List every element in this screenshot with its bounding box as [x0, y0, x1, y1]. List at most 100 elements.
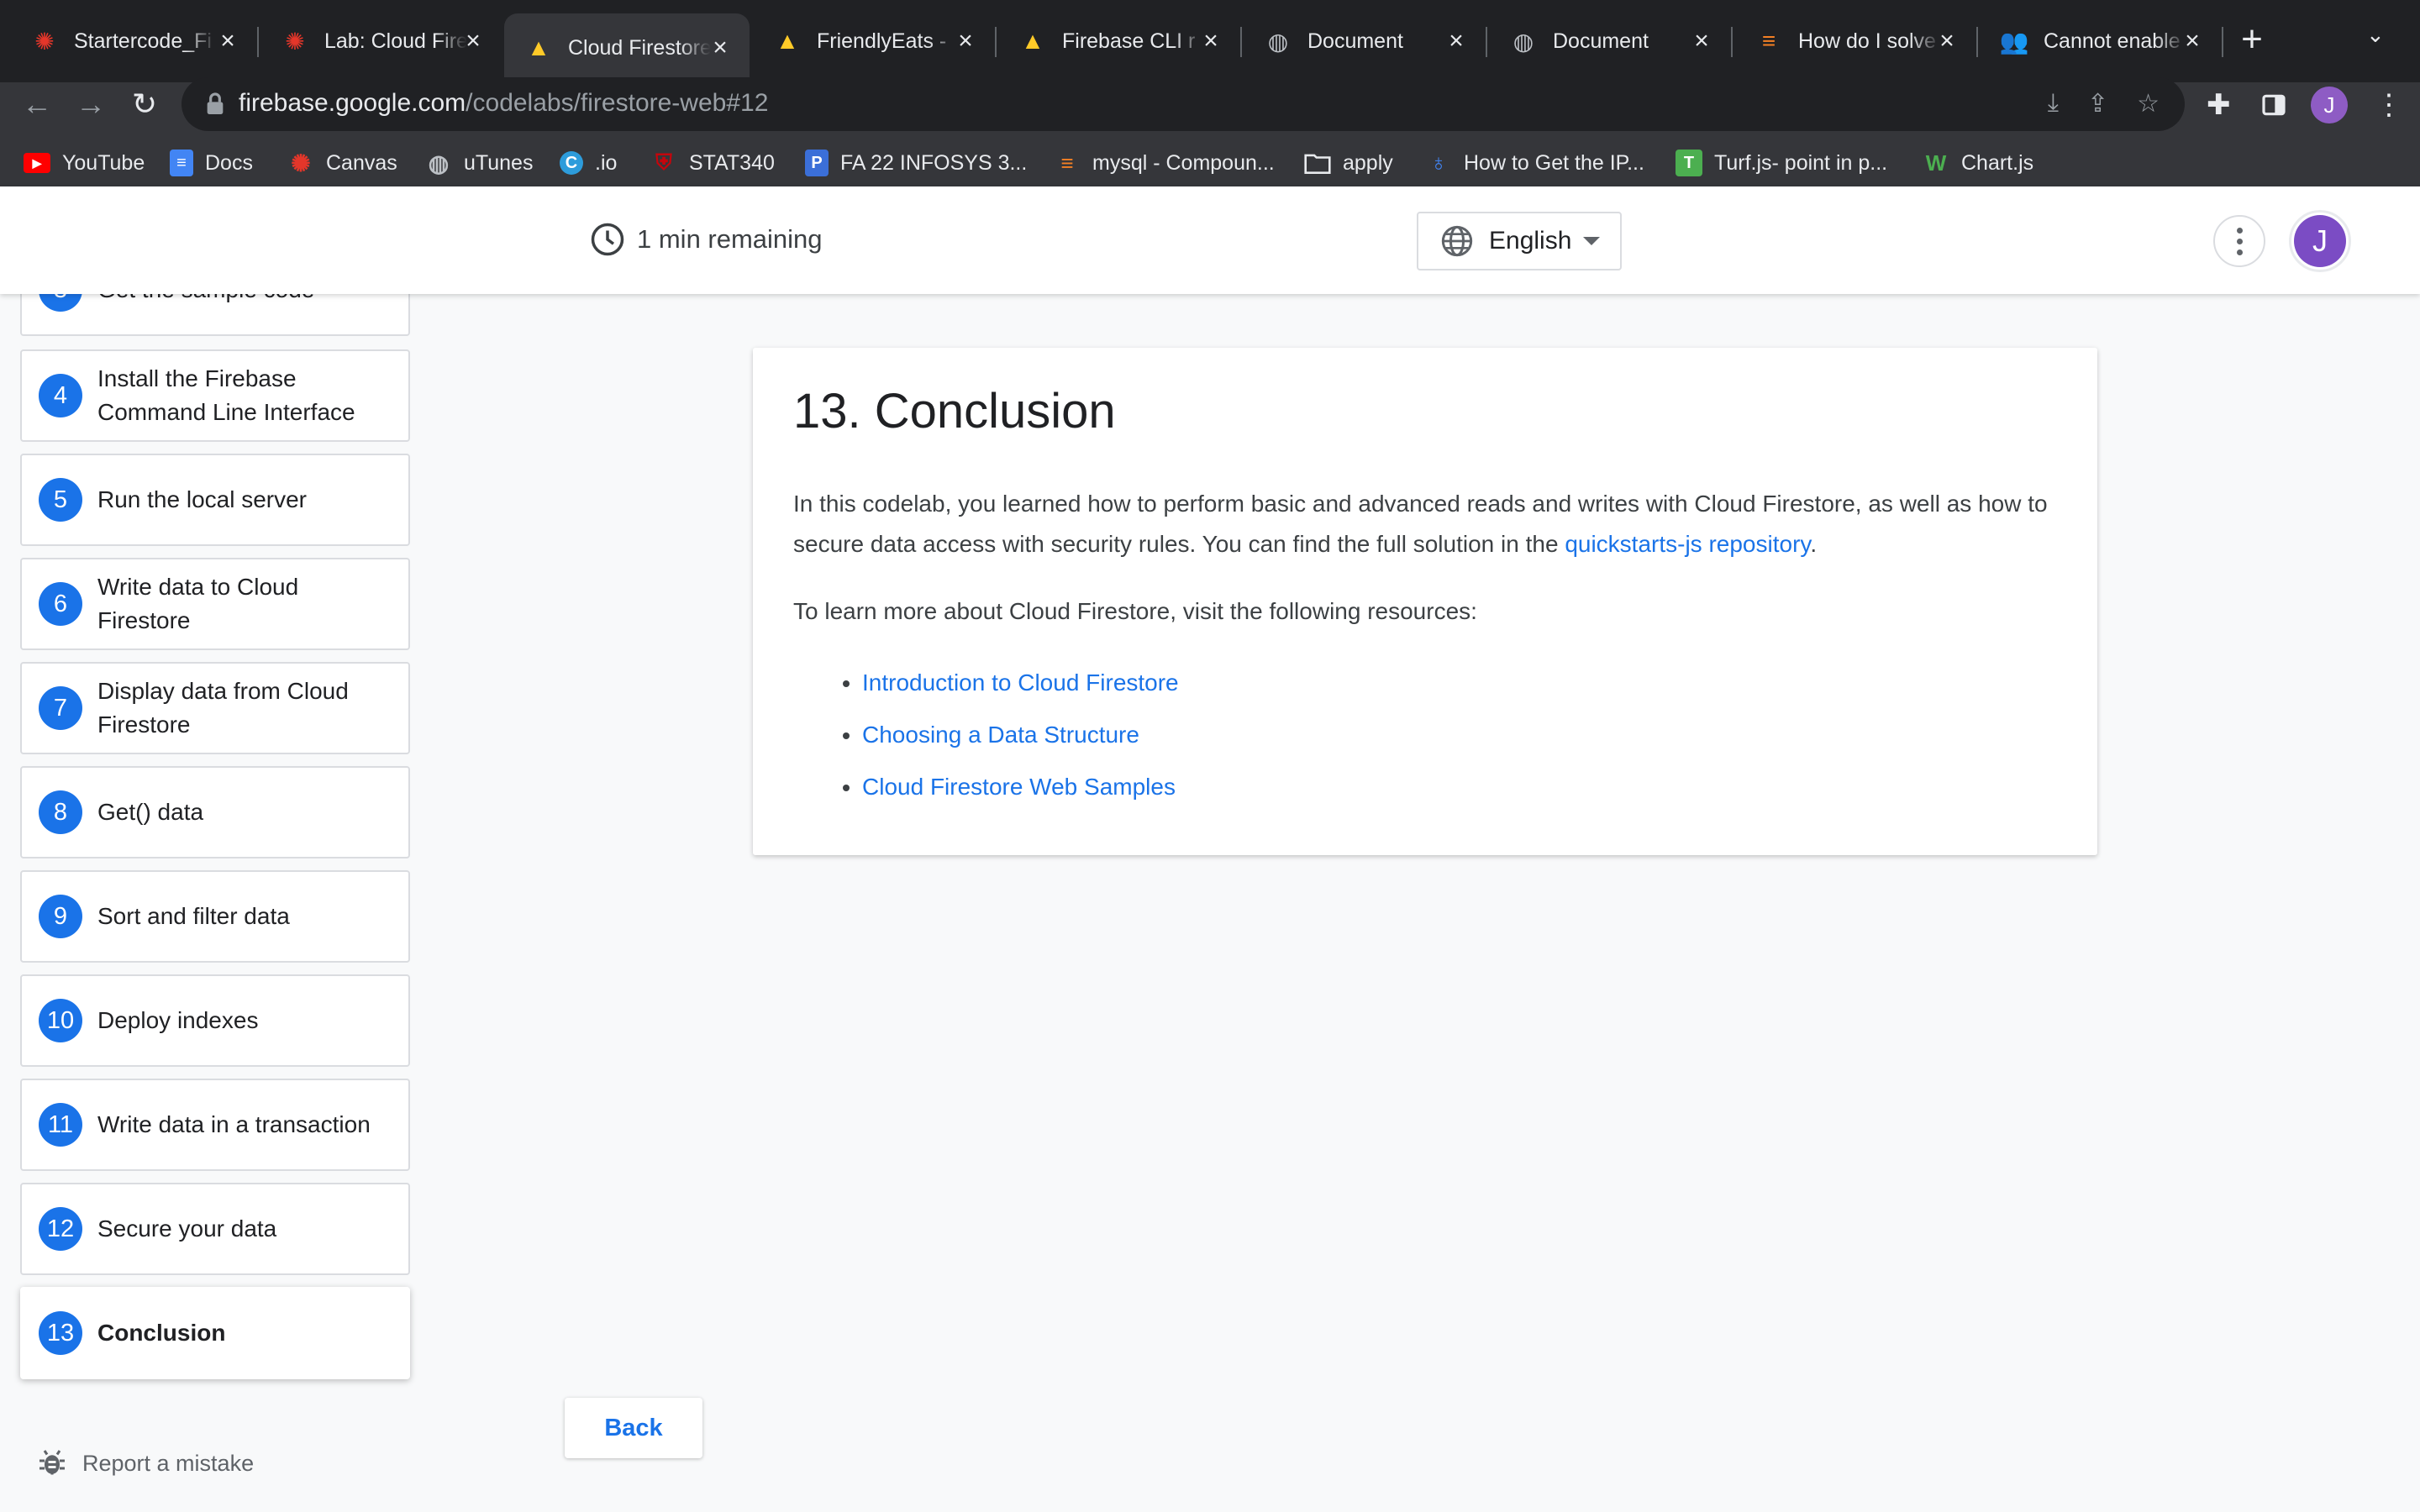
step-item-active[interactable]: 13 Conclusion [20, 1287, 410, 1379]
canvas-icon: ✺ [285, 28, 305, 55]
browser-tab[interactable]: ▲ Firebase CLI r × [997, 12, 1240, 71]
star-icon[interactable]: ☆ [2137, 89, 2160, 118]
tab-title: FriendlyEats - [817, 29, 947, 53]
close-icon[interactable]: × [2180, 27, 2205, 55]
back-button[interactable]: Back [565, 1398, 702, 1458]
bookmark-io[interactable]: C .io [560, 144, 617, 181]
browser-tab[interactable]: 👥 Cannot enable × [1978, 12, 2222, 71]
step-item[interactable]: 4 Install the Firebase Command Line Inte… [20, 349, 410, 442]
language-select[interactable]: English [1417, 212, 1622, 270]
w-icon: W [1925, 150, 1947, 176]
address-bar[interactable]: firebase.google.com/codelabs/firestore-w… [182, 77, 2185, 131]
step-item[interactable]: 6 Write data to Cloud Firestore [20, 558, 410, 650]
tab-title: Firebase CLI r [1062, 29, 1196, 53]
bookmark-mysql[interactable]: ≡ mysql - Compoun... [1054, 144, 1274, 181]
browser-tab[interactable]: ✺ Startercode_Fi × [0, 12, 257, 71]
step-content-card: 13. Conclusion In this codelab, you lear… [753, 348, 2097, 855]
browser-chrome: ✺ Startercode_Fi × ✺ Lab: Cloud Fire × ▲… [0, 0, 2420, 186]
step-item[interactable]: 8 Get() data [20, 766, 410, 858]
bookmark-utunes[interactable]: ◍ uTunes [425, 144, 534, 181]
extensions-icon[interactable]: ✚ [2207, 82, 2231, 128]
lock-icon [207, 92, 224, 114]
step-item[interactable]: 5 Run the local server [20, 454, 410, 546]
bookmark-turf[interactable]: T Turf.js- point in p... [1676, 144, 1887, 181]
bookmark-label: .io [595, 150, 618, 175]
close-icon[interactable]: × [1198, 27, 1223, 55]
browser-tab-active[interactable]: ▲ Cloud Firestore × [504, 13, 750, 82]
step-number: 13 [39, 1311, 82, 1355]
bookmark-label: Docs [205, 150, 253, 175]
globe-icon: ◍ [428, 150, 450, 176]
step-label: Sort and filter data [97, 903, 290, 929]
clock-icon [591, 223, 624, 256]
list-item: Introduction to Cloud Firestore [862, 657, 1179, 709]
step-item[interactable]: 7 Display data from Cloud Firestore [20, 662, 410, 754]
bookmark-stat340[interactable]: ⛨ STAT340 [650, 144, 775, 181]
step-item[interactable]: 3 Get the sample code [20, 294, 410, 336]
tab-strip: ✺ Startercode_Fi × ✺ Lab: Cloud Fire × ▲… [0, 0, 2420, 82]
browser-tab[interactable]: ◍ Document × [1242, 12, 1486, 71]
pin-icon: ♁ [1429, 150, 1448, 176]
omnibox-actions: ⤓ ⇪ ☆ [2048, 89, 2160, 118]
bookmark-folder-apply[interactable]: apply [1304, 144, 1393, 181]
step-number: 7 [39, 686, 82, 730]
bookmark-label: uTunes [464, 150, 534, 175]
bookmark-docs[interactable]: ≡ Docs [170, 144, 253, 181]
browser-tab[interactable]: ✺ Lab: Cloud Fire × [259, 12, 502, 71]
menu-icon[interactable]: ⋮ [2375, 82, 2403, 128]
install-icon[interactable]: ⤓ [2048, 89, 2059, 118]
step-label: Secure your data [97, 1215, 277, 1242]
side-panel-icon[interactable] [2260, 82, 2287, 128]
browser-tab[interactable]: ▲ FriendlyEats - × [751, 12, 995, 71]
step-number: 4 [39, 374, 82, 417]
url-text: firebase.google.com/codelabs/firestore-w… [239, 89, 768, 118]
resource-link[interactable]: Introduction to Cloud Firestore [862, 669, 1179, 696]
report-mistake-link[interactable]: Report a mistake [37, 1448, 254, 1478]
bookmark-chartjs[interactable]: W Chart.js [1923, 144, 2033, 181]
bookmark-youtube[interactable]: ▶ YouTube [24, 144, 145, 181]
close-icon[interactable]: × [1934, 27, 1960, 55]
step-item[interactable]: 9 Sort and filter data [20, 870, 410, 963]
browser-tab[interactable]: ◍ Document × [1487, 12, 1731, 71]
tab-title: Cannot enable [2044, 29, 2181, 53]
step-label: Get() data [97, 799, 204, 825]
chevron-down-icon[interactable]: ⌄ [2366, 22, 2385, 48]
profile-button[interactable]: J [2311, 82, 2348, 128]
resource-link[interactable]: Cloud Firestore Web Samples [862, 774, 1176, 800]
step-item[interactable]: 10 Deploy indexes [20, 974, 410, 1067]
quickstarts-js-link[interactable]: quickstarts-js repository [1565, 531, 1810, 557]
reload-icon[interactable]: ↻ [124, 81, 165, 128]
bookmark-label: How to Get the IP... [1464, 150, 1644, 175]
bug-icon [39, 1450, 65, 1475]
firebase-icon: ▲ [527, 34, 550, 60]
youtube-icon: ▶ [24, 153, 50, 173]
firebase-icon: ▲ [1021, 28, 1044, 54]
account-avatar[interactable]: J [2289, 210, 2351, 272]
url-path: /codelabs/firestore-web#12 [466, 89, 769, 117]
step-item[interactable]: 11 Write data in a transaction [20, 1079, 410, 1171]
tab-title: How do I solve [1798, 29, 1936, 53]
new-tab-button[interactable]: + [2235, 18, 2269, 60]
step-number: 6 [39, 582, 82, 626]
bookmark-infosys[interactable]: P FA 22 INFOSYS 3... [805, 144, 1027, 181]
step-label: Deploy indexes [97, 1007, 259, 1033]
bookmark-canvas[interactable]: ✺ Canvas [287, 144, 397, 181]
close-icon[interactable]: × [460, 27, 486, 55]
bookmark-ip[interactable]: ♁ How to Get the IP... [1425, 144, 1644, 181]
share-icon[interactable]: ⇪ [2087, 89, 2108, 118]
step-number: 9 [39, 895, 82, 938]
step-label: Run the local server [97, 486, 308, 512]
tab-separator [2222, 27, 2223, 57]
close-icon[interactable]: × [953, 27, 978, 55]
forward-arrow-icon[interactable]: → [71, 81, 111, 128]
close-icon[interactable]: × [708, 34, 733, 62]
close-icon[interactable]: × [1444, 27, 1469, 55]
close-icon[interactable]: × [1689, 27, 1714, 55]
close-icon[interactable]: × [215, 27, 240, 55]
step-label: Display data from Cloud Firestore [97, 678, 349, 738]
back-arrow-icon[interactable]: ← [17, 81, 57, 128]
browser-tab[interactable]: ≡ How do I solve × [1733, 12, 1976, 71]
more-options-button[interactable] [2213, 215, 2265, 267]
resource-link[interactable]: Choosing a Data Structure [862, 722, 1139, 748]
step-item[interactable]: 12 Secure your data [20, 1183, 410, 1275]
